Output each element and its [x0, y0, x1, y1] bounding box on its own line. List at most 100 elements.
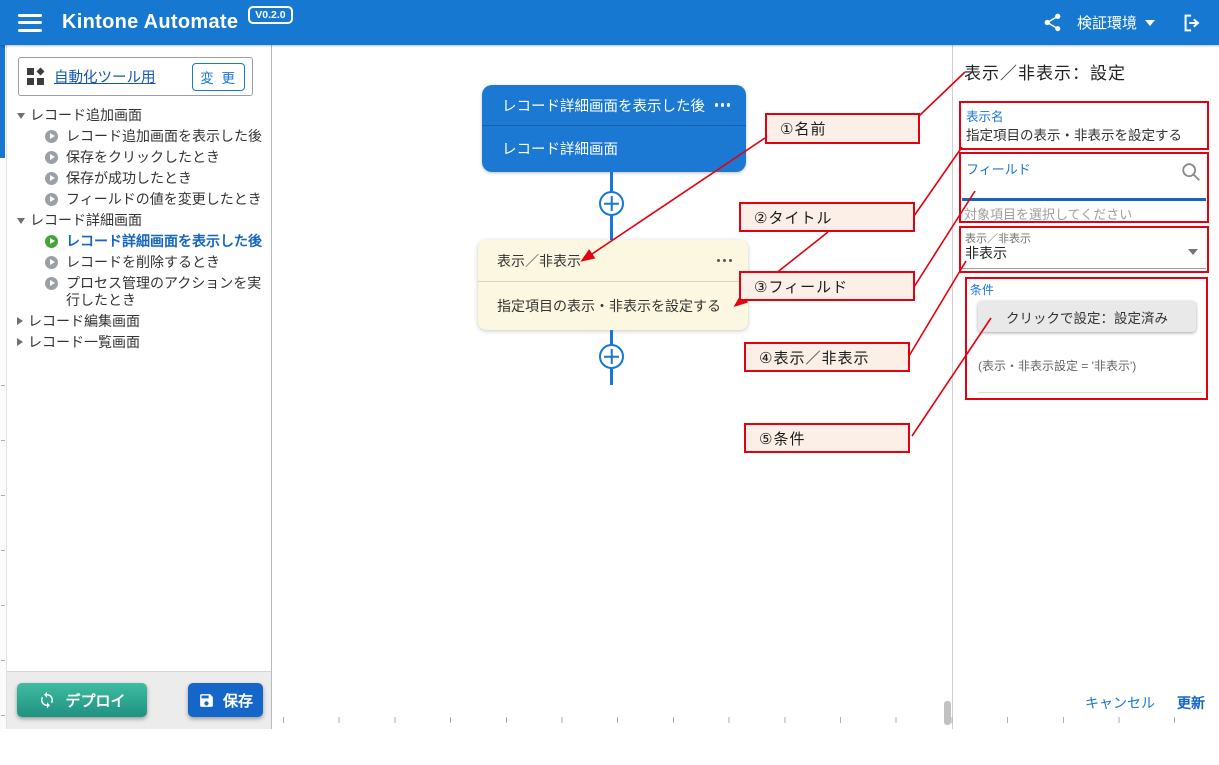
tree-event-item[interactable]: レコードを削除するとき [11, 254, 268, 271]
display-name-label: 表示名 [966, 106, 1004, 125]
update-link[interactable]: 更新 [1177, 693, 1205, 713]
tree-event-item[interactable]: プロセス管理のアクションを実行したとき [11, 275, 268, 309]
add-step-button[interactable] [599, 191, 624, 216]
tree-event-item[interactable]: 保存をクリックしたとき [11, 149, 268, 166]
tree-event-item[interactable]: レコード追加画面を表示した後 [11, 128, 268, 145]
environment-selector[interactable]: 検証環境 [1077, 12, 1137, 33]
save-button-label: 保存 [223, 690, 253, 711]
sidebar-footer: デプロイ 保存 [7, 671, 271, 729]
annotation-label: ⑤条件 [759, 428, 805, 449]
condition-summary: (表示・非表示設定 = '非表示') [978, 357, 1136, 374]
panel-footer-links: キャンセル 更新 [1085, 693, 1205, 713]
annotation-label: ③フィールド [754, 276, 848, 297]
tree-item-label: 保存をクリックしたとき [66, 149, 220, 166]
play-icon [45, 277, 58, 290]
more-menu-icon[interactable] [715, 103, 731, 107]
triangle-down-icon [17, 218, 25, 224]
play-icon [45, 172, 58, 185]
tree-item-label: レコード追加画面 [30, 107, 142, 124]
deploy-button[interactable]: デプロイ [17, 683, 147, 717]
field-search-input[interactable] [964, 176, 1164, 198]
annotation-box-title: ②タイトル [739, 202, 915, 232]
input-focus-underline [962, 198, 1206, 201]
app-icon [26, 67, 46, 87]
deploy-button-label: デプロイ [65, 690, 125, 711]
condition-set-button[interactable]: クリックで設定：設定済み [978, 301, 1196, 332]
trigger-node-title: レコード詳細画面を表示した後 [502, 95, 705, 116]
action-node-title: 表示／非表示 [497, 251, 581, 271]
triangle-right-icon [17, 338, 23, 346]
tree-item-label: レコード編集画面 [28, 313, 140, 330]
tree-item-label: フィールドの値を変更したとき [66, 191, 262, 208]
play-icon [45, 193, 58, 206]
trigger-node[interactable]: レコード詳細画面を表示した後 レコード詳細画面 [482, 85, 746, 172]
logout-icon[interactable] [1181, 12, 1203, 34]
tree-group-item[interactable]: レコード追加画面 [11, 107, 268, 124]
condition-section: 条件 クリックで設定：設定済み (表示・非表示設定 = '非表示') [965, 277, 1208, 400]
header-right-group: 検証環境 [1042, 12, 1203, 34]
display-name-value[interactable]: 指定項目の表示・非表示を設定する [966, 124, 1182, 144]
condition-label: 条件 [970, 281, 994, 298]
condition-divider [978, 392, 1202, 393]
field-selector-placeholder: 対象項目を選択してください [964, 204, 1132, 223]
annotation-label: ②タイトル [754, 207, 832, 228]
cancel-link[interactable]: キャンセル [1085, 693, 1155, 713]
hamburger-menu-icon[interactable] [18, 14, 42, 32]
play-icon [45, 256, 58, 269]
tree-event-item[interactable]: フィールドの値を変更したとき [11, 191, 268, 208]
flow-canvas: レコード詳細画面を表示した後 レコード詳細画面 表示／非表示 指定項目の表示・非… [272, 45, 952, 729]
annotation-box-condition: ⑤条件 [744, 423, 910, 453]
tree-item-label: レコードを削除するとき [66, 254, 220, 271]
triangle-right-icon [17, 317, 23, 325]
action-node-subtitle: 指定項目の表示・非表示を設定する [497, 296, 721, 316]
tree-group-item[interactable]: レコード一覧画面 [11, 334, 268, 351]
tree-item-label: レコード一覧画面 [28, 334, 140, 351]
change-app-button[interactable]: 変 更 [192, 63, 245, 91]
triangle-down-icon [17, 113, 25, 119]
left-scroll-thumb[interactable] [0, 45, 5, 158]
tree-item-label: 保存が成功したとき [66, 170, 192, 187]
field-selector: フィールド 対象項目を選択してください [959, 152, 1209, 223]
save-button[interactable]: 保存 [188, 683, 263, 717]
tree-item-label: レコード詳細画面を表示した後 [66, 233, 262, 250]
tree-event-item[interactable]: 保存が成功したとき [11, 170, 268, 187]
app-header: Kintone Automate V0.2.0 検証環境 [0, 0, 1219, 45]
tree-event-item[interactable]: レコード詳細画面を表示した後 [11, 233, 268, 250]
annotation-label: ①名前 [780, 118, 826, 139]
more-menu-icon[interactable] [717, 259, 733, 263]
panel-title: 表示／非表示：設定 [964, 59, 1126, 84]
visibility-value: 非表示 [965, 243, 1007, 263]
play-icon [45, 130, 58, 143]
tree-item-label: レコード追加画面を表示した後 [66, 128, 262, 145]
chevron-down-icon[interactable] [1145, 20, 1155, 26]
settings-panel: 表示／非表示：設定 表示名 指定項目の表示・非表示を設定する フィールド 対象項… [952, 45, 1219, 729]
search-icon[interactable] [1180, 161, 1202, 188]
share-icon[interactable] [1042, 12, 1063, 33]
annotation-box-field: ③フィールド [739, 271, 915, 301]
add-step-button[interactable] [599, 344, 624, 369]
action-node[interactable]: 表示／非表示 指定項目の表示・非表示を設定する [478, 240, 748, 330]
sidebar: 自動化ツール用 変 更 レコード追加画面レコード追加画面を表示した後保存をクリッ… [7, 45, 272, 729]
bottom-ruler-ticks [283, 717, 1213, 723]
tree-item-label: プロセス管理のアクションを実行したとき [66, 275, 268, 309]
left-ruler-ticks [1, 385, 5, 765]
save-icon [198, 692, 215, 709]
annotation-box-visibility: ④表示／非表示 [744, 342, 910, 372]
tree-group-item[interactable]: レコード詳細画面 [11, 212, 268, 229]
dropdown-caret-icon[interactable] [1188, 249, 1198, 255]
visibility-dropdown[interactable]: 表示／非表示 非表示 [959, 226, 1209, 273]
tree-group-item[interactable]: レコード編集画面 [11, 313, 268, 330]
canvas-scrollbar-thumb[interactable] [944, 701, 951, 725]
app-selector-box: 自動化ツール用 変 更 [18, 57, 253, 96]
app-name-link[interactable]: 自動化ツール用 [54, 66, 156, 87]
play-icon [45, 151, 58, 164]
sync-icon [38, 691, 56, 709]
display-name-field: 表示名 指定項目の表示・非表示を設定する [959, 101, 1209, 150]
trigger-node-subtitle: レコード詳細画面 [502, 138, 618, 159]
app-title: Kintone Automate [62, 11, 238, 34]
version-badge: V0.2.0 [248, 6, 292, 24]
tree-item-label: レコード詳細画面 [30, 212, 142, 229]
left-ruler-strip [0, 45, 7, 729]
dropdown-underline [962, 268, 1206, 269]
play-icon [45, 235, 58, 248]
